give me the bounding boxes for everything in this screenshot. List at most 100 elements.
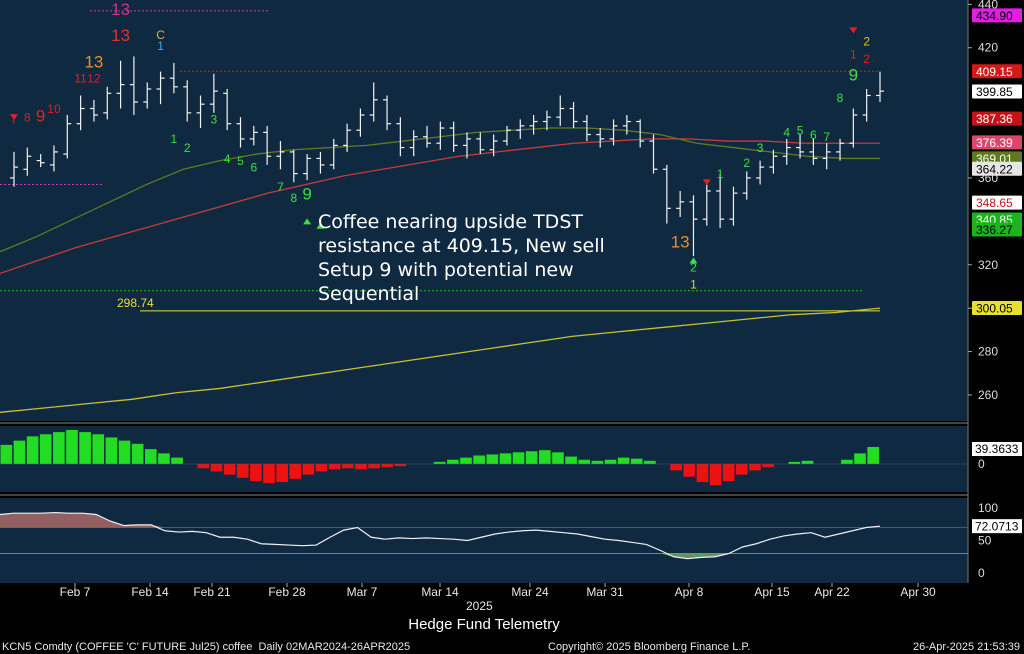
x-tick-label: Feb 14 [131,585,169,599]
x-tick-label: Mar 7 [347,585,378,599]
setup-count-label: 13 [671,232,690,251]
histogram-bar [381,464,394,468]
price-label-text: 300.05 [976,302,1013,316]
setup-count-label: 12 [87,71,101,85]
setup-count-label: 13 [84,52,103,71]
histogram-bar [854,453,866,464]
oscillator-tick-label: 50 [978,534,992,548]
setup-count-label: 7 [823,130,830,144]
price-tick-label: 280 [978,345,998,359]
setup-count-label: 11 [74,71,87,85]
year-label: 2025 [466,599,493,613]
setup-count-label: 2 [863,52,870,66]
x-tick-label: Mar 31 [586,585,624,599]
annotation-line: resistance at 409.15, New sell [318,235,605,257]
x-tick-label: Mar 24 [511,585,549,599]
histogram-bar [499,453,512,464]
histogram-bar [144,449,157,464]
histogram-bar [315,464,328,472]
setup-count-label: 3 [757,141,764,155]
histogram-bar [131,443,144,464]
histogram-bar [841,459,853,464]
histogram-bar [276,464,288,483]
histogram-bar [355,464,367,470]
histogram-bar [289,464,302,479]
x-tick-label: Apr 22 [814,585,850,599]
histogram-bar [39,434,52,464]
histogram-bar [644,460,656,464]
oscillator-value-label: 72.0713 [975,520,1019,534]
setup-count-label: 1 [690,278,697,292]
price-label-text: 387.36 [976,112,1013,126]
price-label-text: 409.15 [976,65,1013,79]
histogram-bar [525,451,538,464]
histogram-bar [460,457,472,464]
histogram-bar [709,464,722,486]
x-tick-label: Mar 14 [421,585,459,599]
footer: KCN5 Comdty (COFFEE 'C' FUTURE Jul25) co… [0,640,1024,654]
x-tick-label: Apr 30 [900,585,936,599]
copyright: Copyright© 2025 Bloomberg Finance L.P. [548,641,751,653]
histogram-bar [670,464,682,471]
setup-count-label: 13 [111,26,130,45]
setup-count-label: 10 [47,102,61,116]
setup-count-label: 3 [211,113,218,127]
level-label: 298.74 [117,296,154,310]
histogram-bar [302,464,315,475]
price-label-text: 376.39 [976,136,1013,150]
price-label-text: 364.22 [976,162,1013,176]
price-label-text: 336.27 [976,223,1013,237]
histogram-bar [749,464,761,471]
oscillator-panel-bg [0,498,968,583]
histogram-bar [92,434,105,464]
price-label-text: 434.90 [976,9,1013,23]
histogram-zero-label: 0 [978,457,985,471]
setup-count-label: 9 [36,107,45,126]
histogram-bar [236,464,249,478]
histogram-bar [118,440,131,464]
x-tick-label: Apr 8 [675,585,704,599]
oscillator-tick-label: 100 [978,501,998,515]
histogram-bar [736,464,748,475]
annotation-line: Sequential [318,283,420,305]
annotation-line: Setup 9 with potential new [318,259,574,281]
setup-count-label: 6 [250,160,257,174]
histogram-bar [26,436,39,464]
price-tick-label: 420 [978,41,998,55]
setup-count-label: 13 [111,0,130,19]
histogram-value-label: 39.3633 [975,442,1019,456]
histogram-bar [328,464,341,470]
annotation-text: Coffee nearing upside TDST resistance at… [318,210,648,306]
histogram-bar [105,437,118,464]
histogram-bar [158,453,170,464]
histogram-bar [801,460,814,464]
period-label: Daily 02MAR2024-26APR2025 [258,641,411,653]
setup-count-label: 8 [837,91,844,105]
histogram-bar [867,447,879,464]
price-tick-label: 320 [978,258,998,272]
histogram-bar [696,464,709,483]
histogram-bar [250,464,262,481]
setup-count-label: 8 [24,111,31,125]
setup-count-label: 1 [850,48,857,62]
histogram-bar [53,432,65,464]
histogram-bar [394,464,407,467]
histogram-bar [433,461,446,464]
timestamp: 26-Apr-2025 21:53:39 [912,641,1020,653]
histogram-bar [591,460,604,464]
histogram-bar [486,454,499,464]
setup-count-label: 5 [237,154,244,168]
histogram-bar [197,464,210,469]
histogram-bar [263,464,275,484]
credit-text: Hedge Fund Telemetry [408,616,560,633]
setup-count-label: 5 [797,124,804,138]
setup-count-label: 6 [810,128,817,142]
x-tick-label: Feb 28 [268,585,306,599]
histogram-bar [578,459,591,464]
histogram-bar [13,440,26,464]
x-tick-label: Feb 7 [60,585,91,599]
histogram-bar [171,457,183,464]
setup-count-label: 7 [277,180,284,194]
setup-count-label: 1 [171,132,178,146]
annotation-line: Coffee nearing upside TDST [318,211,583,233]
